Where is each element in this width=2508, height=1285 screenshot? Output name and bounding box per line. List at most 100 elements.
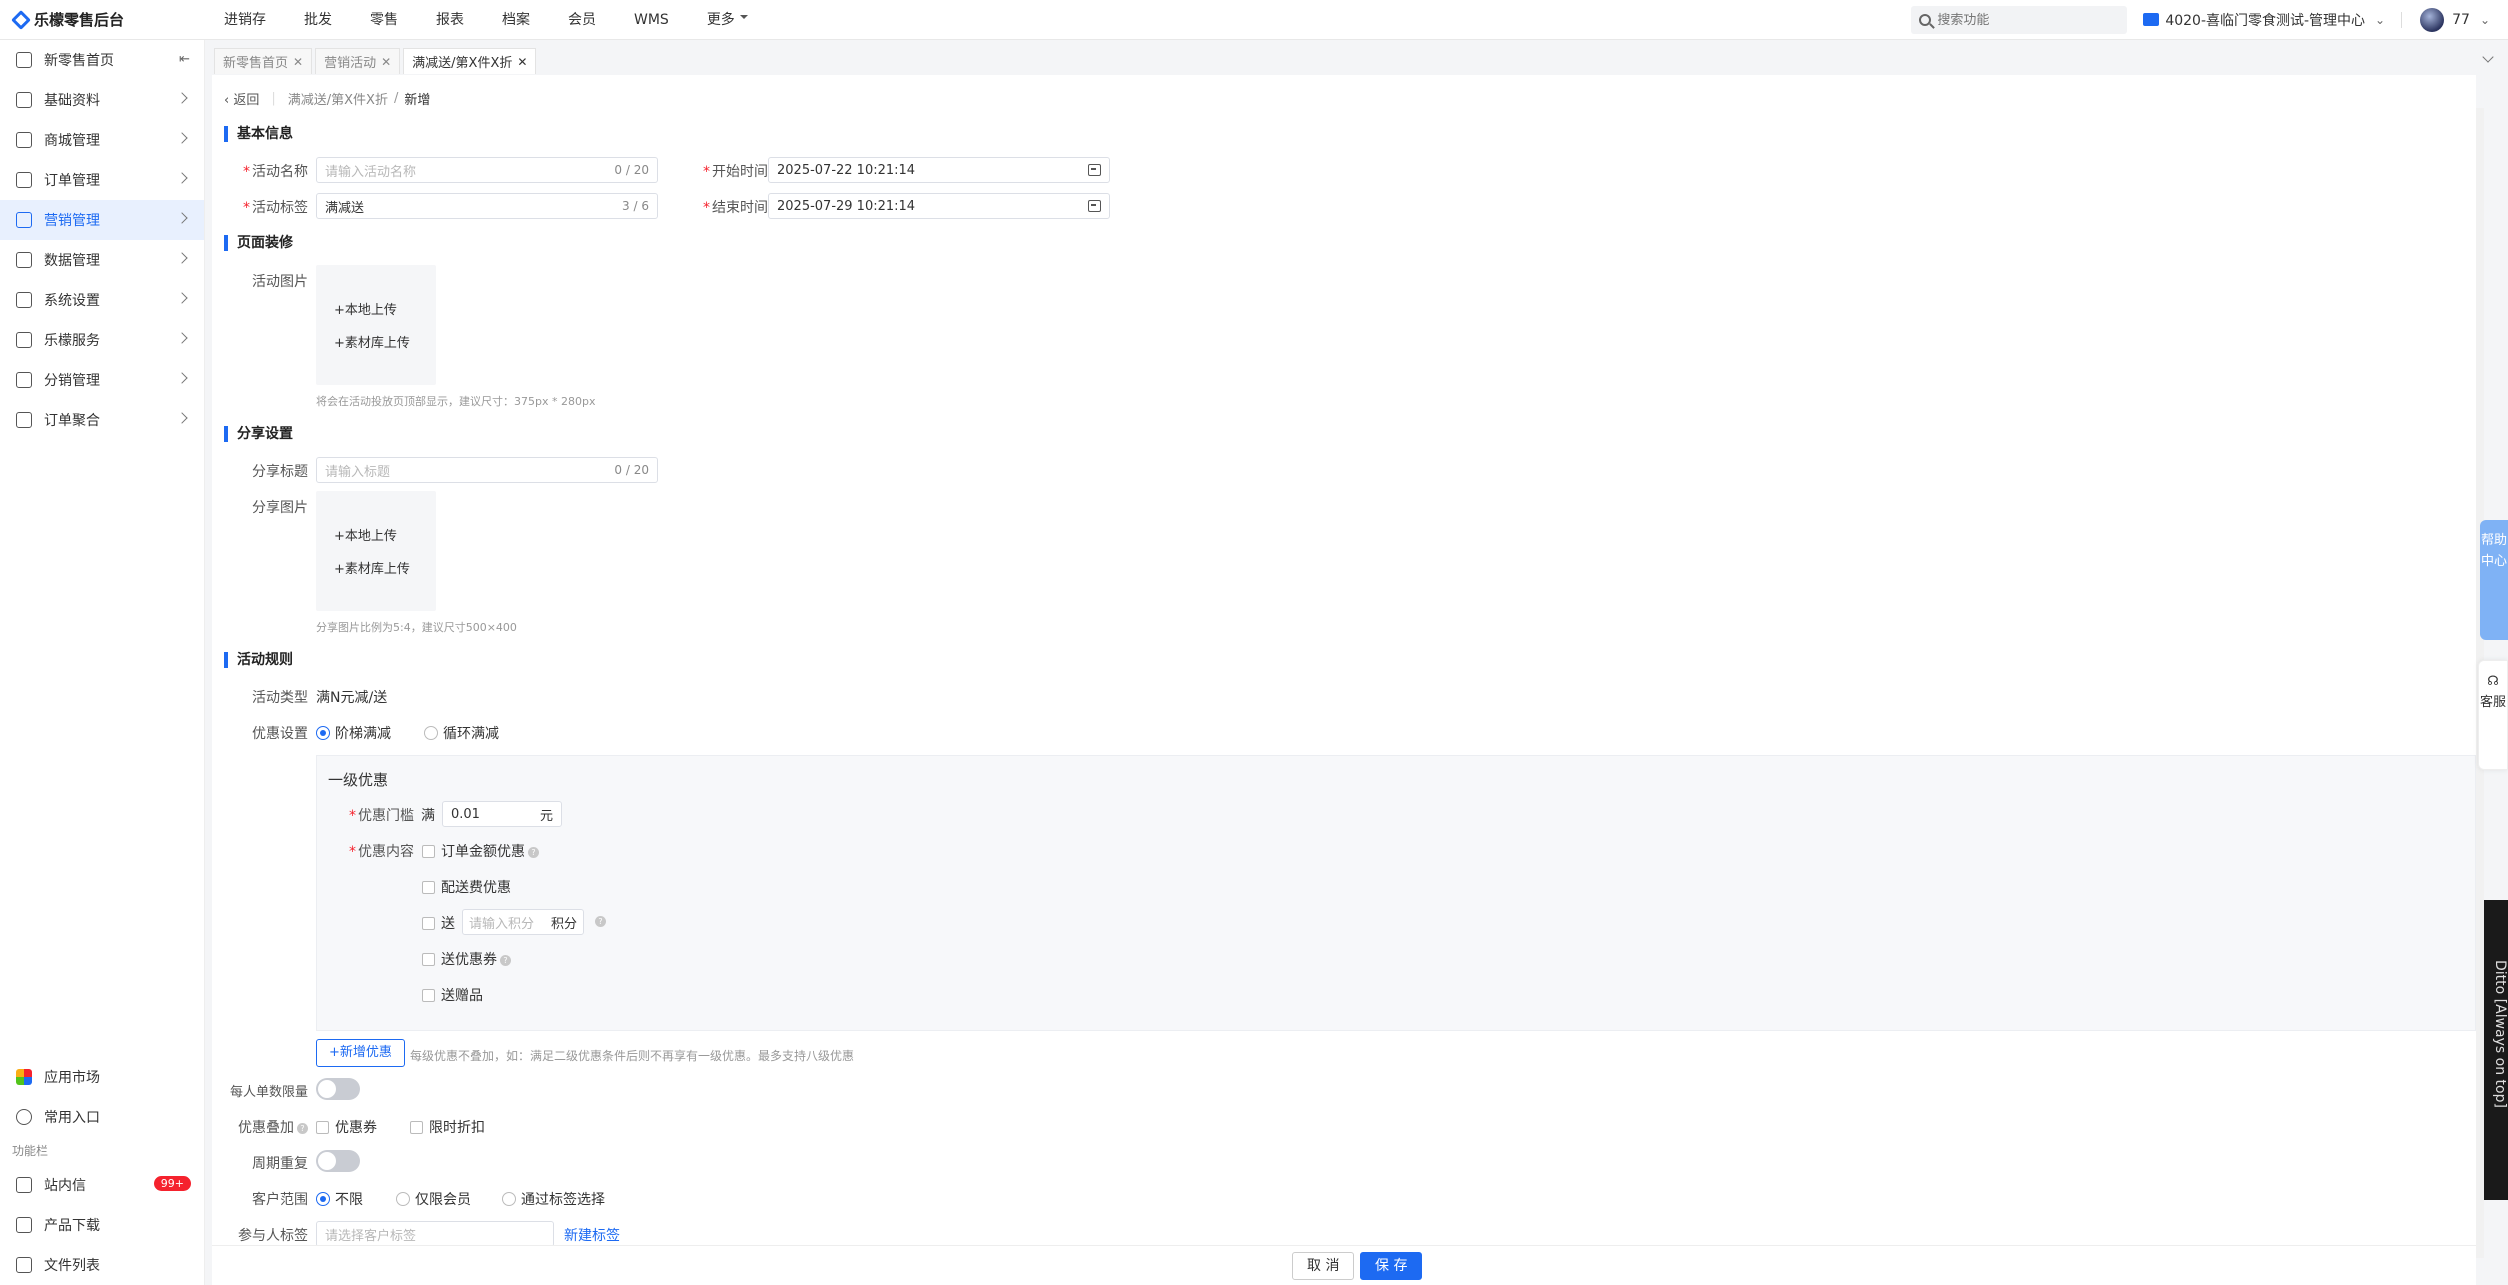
collapse-sidebar-icon[interactable]: ⇤: [179, 52, 190, 67]
search-input[interactable]: [1937, 12, 2108, 27]
radio-scope-member[interactable]: 仅限会员: [396, 1189, 471, 1209]
share-image-label: 分享图片: [252, 500, 308, 516]
cancel-button[interactable]: 取 消: [1292, 1252, 1355, 1280]
end-time-picker[interactable]: 2025-07-29 10:21:14: [768, 193, 1110, 219]
start-time-picker[interactable]: 2025-07-22 10:21:14: [768, 157, 1110, 183]
tab-retail-home[interactable]: 新零售首页 ✕: [214, 48, 313, 74]
threshold-input[interactable]: 0.01 元: [442, 801, 562, 827]
topnav-inventory[interactable]: 进销存: [205, 0, 285, 40]
settings-icon: [16, 292, 32, 308]
help-icon[interactable]: ?: [500, 955, 511, 966]
save-button[interactable]: 保 存: [1360, 1252, 1423, 1280]
close-icon[interactable]: ✕: [381, 55, 391, 69]
upload-library-button[interactable]: +素材库上传: [334, 332, 410, 351]
sidebar-item-distribution[interactable]: 分销管理: [0, 360, 204, 400]
chevron-right-icon: [176, 412, 188, 424]
checkbox-stack-coupon[interactable]: 优惠券: [316, 1117, 377, 1137]
topnav-wholesale[interactable]: 批发: [285, 0, 351, 40]
store-icon: [2143, 13, 2160, 26]
breadcrumb-parent[interactable]: 满减送/第X件X折: [288, 89, 388, 108]
points-help[interactable]: ?: [592, 913, 606, 929]
points-unit: 积分: [550, 916, 577, 932]
app-logo[interactable]: 乐檬零售后台: [0, 9, 205, 30]
topnav-retail[interactable]: 零售: [351, 0, 417, 40]
divider: [2401, 11, 2403, 28]
chevron-right-icon: [176, 292, 188, 304]
upload-local-button[interactable]: +本地上传: [334, 299, 397, 318]
back-link[interactable]: ‹ 返回: [224, 89, 259, 108]
help-icon[interactable]: ?: [297, 1123, 308, 1134]
tab-marketing-activity[interactable]: 营销活动 ✕: [315, 48, 401, 74]
sidebar-item-files[interactable]: 文件列表: [0, 1245, 205, 1285]
sidebar-item-marketing[interactable]: 营销管理: [0, 200, 204, 240]
store-selector[interactable]: 4020-喜临门零食测试-管理中心 ⌄: [2143, 10, 2385, 30]
topnav-reports[interactable]: 报表: [417, 0, 483, 40]
search-box[interactable]: [1911, 5, 2128, 34]
chart-icon: [16, 252, 32, 268]
sidebar-item-data[interactable]: 数据管理: [0, 240, 204, 280]
chevron-down-icon[interactable]: [2482, 51, 2494, 63]
upload-local-button[interactable]: +本地上传: [334, 525, 397, 544]
points-input[interactable]: 请输入积分 积分: [462, 909, 584, 935]
checkbox-coupon[interactable]: 送优惠券?: [422, 949, 511, 969]
sidebar-item-common-entry[interactable]: 常用入口: [0, 1097, 205, 1137]
tab-full-reduction[interactable]: 满减送/第X件X折 ✕: [403, 48, 537, 74]
help-center-button[interactable]: 帮助中心: [2480, 520, 2508, 640]
checkbox-stack-flash[interactable]: 限时折扣: [410, 1117, 485, 1137]
sidebar-item-home[interactable]: 新零售首页 ⇤: [0, 40, 204, 80]
ditto-label: Ditto [Always on top]: [2492, 960, 2508, 1108]
sidebar-item-lemon-service[interactable]: 乐檬服务: [0, 320, 204, 360]
radio-loop[interactable]: 循环满减: [424, 723, 499, 743]
checkbox: [422, 953, 435, 966]
radio-tiered[interactable]: 阶梯满减: [316, 723, 391, 743]
topnav-archives[interactable]: 档案: [483, 0, 549, 40]
checkbox-delivery[interactable]: 配送费优惠: [422, 877, 511, 897]
activity-tag-input[interactable]: 满减送 3 / 6: [316, 193, 658, 219]
sidebar-item-app-market[interactable]: 应用市场: [0, 1057, 205, 1097]
activity-image-label: 活动图片: [252, 274, 308, 290]
add-tier-button[interactable]: +新增优惠: [316, 1039, 405, 1067]
mail-icon: [16, 1177, 32, 1193]
radio-scope-tag[interactable]: 通过标签选择: [502, 1189, 605, 1209]
checkbox-gift[interactable]: 送赠品: [422, 985, 483, 1005]
participant-tag-select[interactable]: 请选择客户标签: [316, 1221, 554, 1247]
user-menu[interactable]: 77 ⌄: [2420, 7, 2490, 32]
per-person-limit-switch[interactable]: [316, 1078, 360, 1100]
topnav-more[interactable]: 更多: [688, 0, 767, 40]
sidebar-item-label: 基础资料: [44, 93, 100, 109]
back-label: 返回: [233, 93, 260, 108]
stack-label: 优惠叠加?: [212, 1117, 308, 1137]
radio-scope-all[interactable]: 不限: [316, 1189, 363, 1209]
sidebar-item-basic-data[interactable]: 基础资料: [0, 80, 204, 120]
sidebar-item-label: 站内信: [44, 1178, 86, 1194]
sidebar-item-orders[interactable]: 订单管理: [0, 160, 204, 200]
ditto-window[interactable]: Ditto [Always on top]: [2484, 900, 2508, 1200]
activity-name-input[interactable]: 请输入活动名称 0 / 20: [316, 157, 658, 183]
checkbox-order-amount[interactable]: 订单金额优惠?: [422, 841, 539, 861]
repeat-switch[interactable]: [316, 1150, 360, 1172]
help-icon[interactable]: ?: [528, 847, 539, 858]
sidebar: 新零售首页 ⇤ 基础资料 商城管理 订单管理 营销管理 数据管理 系统设置 乐檬…: [0, 40, 205, 1285]
checkbox-send-points[interactable]: 送: [422, 913, 455, 933]
sidebar-item-downloads[interactable]: 产品下载: [0, 1205, 205, 1245]
upload-library-button[interactable]: +素材库上传: [334, 558, 410, 577]
char-count: 0 / 20: [614, 463, 649, 477]
sidebar-item-order-aggregate[interactable]: 订单聚合: [0, 400, 204, 440]
sidebar-item-settings[interactable]: 系统设置: [0, 280, 204, 320]
chevron-right-icon: [176, 212, 188, 224]
char-count: 0 / 20: [614, 163, 649, 177]
sidebar-item-mall[interactable]: 商城管理: [0, 120, 204, 160]
new-tag-link[interactable]: 新建标签: [564, 1225, 620, 1245]
home-icon: [16, 52, 32, 68]
sidebar-item-inbox[interactable]: 站内信 99+: [0, 1165, 205, 1205]
topnav-wms[interactable]: WMS: [615, 0, 688, 40]
threshold-unit: 元: [539, 808, 553, 824]
customer-service-button[interactable]: ☊ 客服: [2478, 660, 2508, 770]
help-icon[interactable]: ?: [595, 916, 606, 927]
close-icon[interactable]: ✕: [517, 55, 527, 69]
sidebar-item-label: 系统设置: [44, 293, 100, 309]
marketing-icon: [16, 212, 32, 228]
share-title-input[interactable]: 请输入标题 0 / 20: [316, 457, 658, 483]
topnav-members[interactable]: 会员: [549, 0, 615, 40]
close-icon[interactable]: ✕: [293, 55, 303, 69]
